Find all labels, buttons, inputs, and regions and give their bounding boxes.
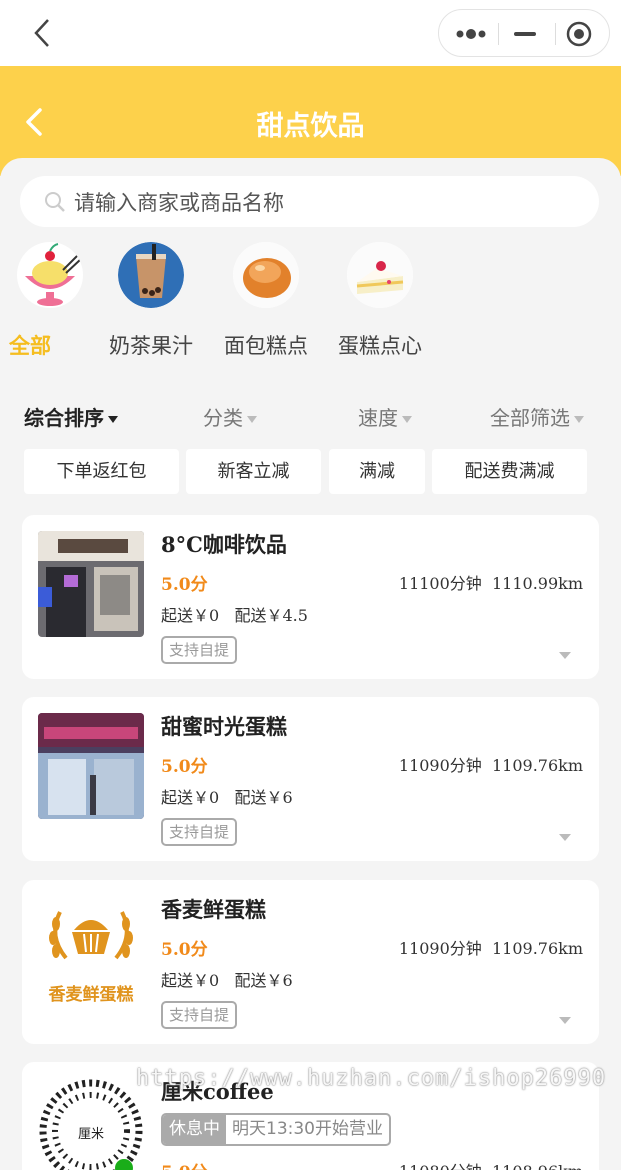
category-bread[interactable]: 面包糕点 [211,242,321,362]
back-icon[interactable] [28,16,58,50]
triangle-down-icon [574,416,584,423]
store-meta: 11090分钟 1109.76km [399,752,583,776]
store-meta: 11080分钟 1108.96km [399,1158,583,1170]
category-all[interactable]: 全部 [0,242,105,362]
expand-chevron-icon[interactable] [559,834,571,841]
delivery-time: 11100分钟 [398,574,482,593]
search-placeholder: 请输入商家或商品名称 [74,191,284,215]
sort-bar: 综合排序 分类 速度 全部筛选 [0,398,621,434]
search-icon [45,192,65,212]
category-label: 蛋糕点心 [338,334,422,358]
store-fee: 起送￥0 配送￥6 [161,967,293,991]
chip-new-customer[interactable]: 新客立减 [186,449,321,494]
chip-delivery-discount[interactable]: 配送费满减 [432,449,587,494]
store-rating: 5.0分 [161,1158,208,1170]
capsule-divider [555,23,556,45]
store-distance: 1109.76km [491,756,583,775]
cake-icon [347,242,413,308]
min-order: 起送￥0 [161,606,220,625]
delivery-fee: 配送￥6 [234,788,293,807]
min-order: 起送￥0 [161,971,220,990]
category-milk-tea[interactable]: 奶茶果汁 [96,242,206,362]
expand-chevron-icon[interactable] [559,652,571,659]
store-status: 休息中 明天13:30开始营业 [161,1113,391,1146]
pickup-badge: 支持自提 [161,818,238,846]
store-qr-code: 厘米 [38,1078,144,1170]
pickup-badge: 支持自提 [161,1001,238,1029]
store-distance: 1110.99km [491,574,583,593]
category-label: 奶茶果汁 [109,334,193,358]
min-order: 起送￥0 [161,788,220,807]
store-rating: 5.0分 [161,575,208,595]
wheat-basket-icon [49,911,133,960]
store-name: 甜蜜时光蛋糕 [161,714,287,739]
store-meta: 11100分钟 1110.99km [399,570,583,594]
chip-discount[interactable]: 满减 [329,449,425,494]
delivery-time: 11090分钟 [398,939,482,958]
minimize-icon[interactable] [514,32,536,36]
store-distance: 1108.96km [492,1162,583,1170]
chip-order-rebate[interactable]: 下单返红包 [24,449,179,494]
triangle-down-icon [108,416,118,423]
delivery-time: 11080分钟 [399,1162,482,1170]
expand-chevron-icon[interactable] [559,1017,571,1024]
store-fee: 起送￥0 配送￥4.5 [161,602,308,626]
pickup-badge: 支持自提 [161,636,238,664]
sort-label: 分类 [203,406,243,430]
delivery-fee: 配送￥6 [234,971,293,990]
store-distance: 1109.76km [491,939,583,958]
delivery-time: 11090分钟 [398,756,482,775]
sort-label: 全部筛选 [490,406,570,430]
store-card[interactable]: 甜蜜时光蛋糕 5.0分 11090分钟 1109.76km 起送￥0 配送￥6 … [22,697,599,861]
store-name: 8°C咖啡饮品 [161,532,287,557]
watermark: https://www.huzhan.com/ishop26990 [136,1066,607,1091]
sort-composite[interactable]: 综合排序 [24,402,118,431]
sort-speed[interactable]: 速度 [358,402,412,431]
triangle-down-icon [247,416,257,423]
page-title: 甜点饮品 [256,111,365,142]
sundae-icon [17,242,83,308]
delivery-fee: 配送￥4.5 [234,606,308,625]
top-bar [0,0,621,66]
store-card[interactable]: 8°C咖啡饮品 5.0分 11100分钟 1110.99km 起送￥0 配送￥4… [22,515,599,679]
category-cake[interactable]: 蛋糕点心 [325,242,435,362]
store-meta: 11090分钟 1109.76km [399,935,583,959]
svg-text:厘米: 厘米 [78,1127,104,1142]
sort-label: 综合排序 [24,406,104,430]
capsule-divider [498,23,499,45]
capsule-menu [438,9,610,57]
status-open-time: 明天13:30开始营业 [232,1119,383,1139]
store-fee: 起送￥0 配送￥6 [161,784,293,808]
sort-category[interactable]: 分类 [203,402,257,431]
sort-filter-all[interactable]: 全部筛选 [490,402,584,431]
category-label: 全部 [9,334,51,358]
store-photo [38,531,144,637]
store-rating: 5.0分 [161,940,208,960]
sort-label: 速度 [358,406,398,430]
bread-icon [233,242,299,308]
store-name: 香麦鲜蛋糕 [161,897,266,922]
logo-wordmark: 香麦鲜蛋糕 [48,985,134,1002]
status-closed-badge: 休息中 [163,1115,226,1144]
store-card[interactable]: 香麦鲜蛋糕 香麦鲜蛋糕 5.0分 11090分钟 1109.76km 起送￥0 … [22,880,599,1044]
milk-tea-icon [118,242,184,308]
close-target-icon[interactable] [566,21,592,47]
store-logo: 香麦鲜蛋糕 [38,896,144,1002]
triangle-down-icon [402,416,412,423]
more-icon[interactable] [455,28,487,40]
store-photo [38,713,144,819]
category-label: 面包糕点 [224,334,308,358]
store-rating: 5.0分 [161,757,208,777]
search-input[interactable]: 请输入商家或商品名称 [20,176,599,227]
